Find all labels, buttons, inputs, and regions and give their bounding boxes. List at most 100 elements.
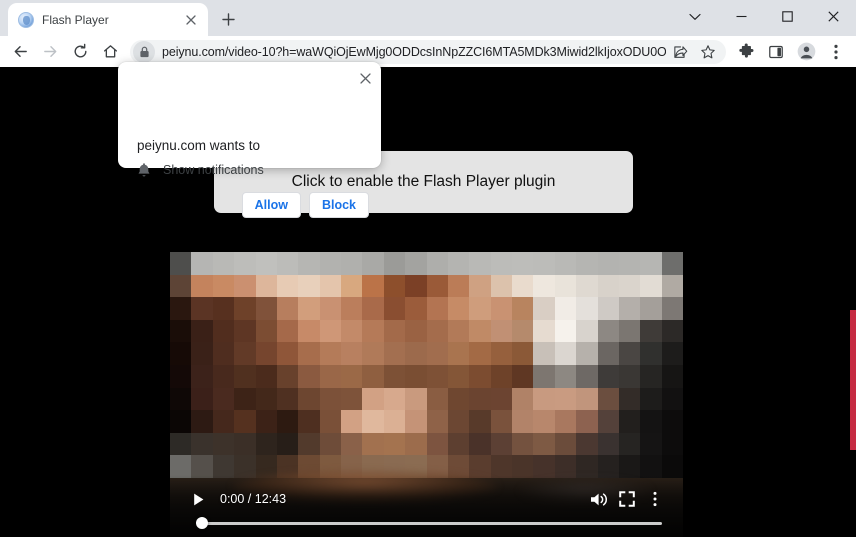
- mosaic-block: [298, 274, 320, 298]
- home-icon[interactable]: [96, 38, 124, 66]
- mosaic-block: [618, 387, 641, 411]
- mosaic-block: [426, 410, 448, 433]
- mosaic-block: [319, 297, 341, 320]
- mosaic-block: [341, 252, 363, 275]
- video-progress-bar[interactable]: [196, 517, 662, 529]
- mosaic-block: [597, 432, 619, 456]
- share-icon[interactable]: [666, 38, 694, 66]
- mosaic-block: [276, 319, 299, 343]
- mosaic-block: [533, 365, 555, 388]
- mosaic-block: [383, 252, 406, 275]
- progress-track: [198, 522, 662, 525]
- puzzle-icon[interactable]: [732, 38, 760, 66]
- mosaic-block: [512, 297, 534, 320]
- volume-icon[interactable]: [585, 485, 613, 513]
- mosaic-block: [447, 410, 470, 433]
- mosaic-block: [512, 432, 534, 456]
- mosaic-block: [191, 252, 213, 275]
- notification-permission-dialog: peiynu.com wants to Show notifications A…: [118, 62, 381, 218]
- mosaic-block: [362, 319, 384, 343]
- back-arrow-icon[interactable]: [6, 38, 34, 66]
- mosaic-block: [341, 319, 363, 343]
- mosaic-block: [533, 319, 555, 343]
- mosaic-block: [234, 274, 256, 298]
- mosaic-block: [405, 432, 427, 456]
- reload-icon[interactable]: [66, 38, 94, 66]
- mosaic-block: [405, 297, 427, 320]
- mosaic-block: [554, 432, 577, 456]
- search-tabs-chevron-down-icon[interactable]: [672, 0, 718, 33]
- mosaic-block: [426, 252, 448, 275]
- mosaic-block: [319, 342, 341, 365]
- mosaic-block: [319, 274, 341, 298]
- profile-avatar-icon[interactable]: [792, 38, 820, 66]
- mosaic-block: [533, 387, 555, 411]
- three-dot-menu-icon[interactable]: [822, 38, 850, 66]
- mosaic-block: [512, 319, 534, 343]
- mosaic-block: [255, 387, 277, 411]
- maximize-button[interactable]: [764, 0, 810, 33]
- mosaic-block: [554, 342, 577, 365]
- mosaic-block: [405, 319, 427, 343]
- mosaic-block: [597, 387, 619, 411]
- mosaic-block: [554, 365, 577, 388]
- mosaic-block: [234, 297, 256, 320]
- new-tab-button[interactable]: [214, 5, 242, 33]
- progress-thumb[interactable]: [196, 517, 208, 529]
- close-window-button[interactable]: [810, 0, 856, 33]
- dialog-permission-row: Show notifications: [137, 162, 264, 178]
- dialog-close-icon[interactable]: [354, 67, 376, 89]
- side-panel-icon[interactable]: [762, 38, 790, 66]
- mosaic-block: [170, 410, 192, 433]
- tab-flash-player[interactable]: Flash Player: [8, 3, 208, 36]
- mosaic-block: [533, 252, 555, 275]
- mosaic-block: [191, 274, 213, 298]
- mosaic-block: [405, 274, 427, 298]
- mosaic-block: [490, 297, 512, 320]
- mosaic-block: [618, 410, 641, 433]
- mosaic-block: [426, 319, 448, 343]
- forward-arrow-icon[interactable]: [36, 38, 64, 66]
- mosaic-block: [255, 319, 277, 343]
- address-bar[interactable]: peiynu.com/video-10?h=waWQiOjEwMjg0ODDcs…: [130, 38, 726, 66]
- mosaic-block: [533, 432, 555, 456]
- block-button[interactable]: Block: [308, 192, 369, 218]
- mosaic-block: [554, 297, 577, 320]
- dialog-permission-label: Show notifications: [163, 163, 264, 177]
- mosaic-block: [576, 297, 598, 320]
- mosaic-block: [255, 342, 277, 365]
- mosaic-block: [490, 365, 512, 388]
- mosaic-block: [383, 410, 406, 433]
- mosaic-block: [426, 432, 448, 456]
- mosaic-block: [191, 297, 213, 320]
- lock-icon[interactable]: [133, 40, 155, 63]
- minimize-button[interactable]: [718, 0, 764, 33]
- video-more-menu-icon[interactable]: [641, 485, 669, 513]
- play-icon[interactable]: [184, 485, 212, 513]
- mosaic-block: [319, 410, 341, 433]
- mosaic-block: [319, 252, 341, 275]
- mosaic-block: [533, 274, 555, 298]
- mosaic-block: [447, 297, 470, 320]
- tab-close-icon[interactable]: [182, 11, 200, 29]
- fullscreen-icon[interactable]: [613, 485, 641, 513]
- mosaic-block: [640, 319, 662, 343]
- star-icon[interactable]: [694, 38, 722, 66]
- mosaic-block: [405, 410, 427, 433]
- mosaic-block: [341, 297, 363, 320]
- mosaic-block: [255, 297, 277, 320]
- video-player[interactable]: 0:00 / 12:43: [170, 252, 683, 537]
- mosaic-block: [212, 342, 235, 365]
- mosaic-block: [512, 274, 534, 298]
- url-text: peiynu.com/video-10?h=waWQiOjEwMjg0ODDcs…: [162, 44, 666, 59]
- mosaic-block: [640, 387, 662, 411]
- video-controls-row: 0:00 / 12:43: [170, 485, 683, 513]
- mosaic-block: [298, 342, 320, 365]
- allow-button[interactable]: Allow: [241, 192, 301, 218]
- mosaic-block: [362, 432, 384, 456]
- mosaic-block: [576, 365, 598, 388]
- mosaic-block: [469, 432, 491, 456]
- mosaic-block: [512, 342, 534, 365]
- mosaic-block: [362, 342, 384, 365]
- bell-icon: [137, 162, 151, 178]
